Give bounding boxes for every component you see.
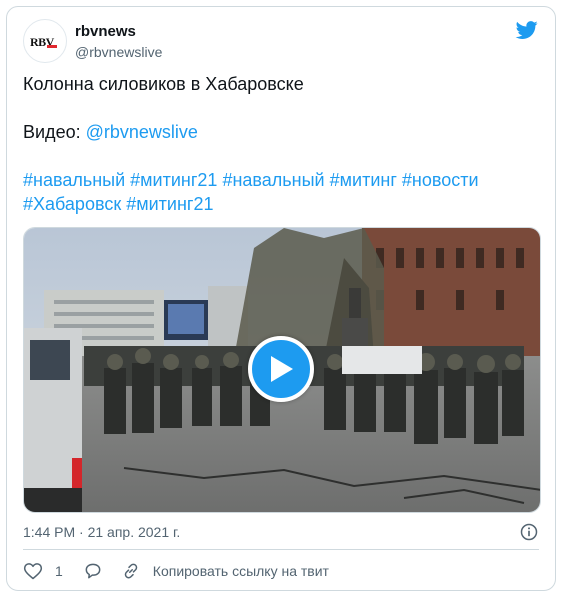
divider bbox=[23, 549, 539, 550]
hashtag-link[interactable]: #навальный bbox=[222, 170, 324, 190]
info-icon[interactable] bbox=[519, 522, 539, 542]
play-button[interactable] bbox=[248, 336, 314, 402]
avatar-red-bar bbox=[47, 45, 57, 48]
avatar-logo: RBV bbox=[30, 33, 60, 49]
video-credit-line: Видео: @rbvnewslive bbox=[23, 120, 539, 144]
tweet-embed-card: RBV rbvnews @rbvnewslive Колонна силовик… bbox=[6, 6, 556, 591]
tweet-timestamp[interactable]: 1:44 PM · 21 апр. 2021 г. bbox=[23, 524, 180, 540]
avatar[interactable]: RBV bbox=[23, 19, 67, 63]
tweet-header: RBV rbvnews @rbvnewslive bbox=[23, 19, 539, 67]
like-button[interactable]: 1 bbox=[23, 561, 63, 581]
twitter-bird-icon[interactable] bbox=[515, 19, 539, 41]
tweet-actions: 1 Копировать ссылку на твит bbox=[23, 560, 539, 582]
tweet-text-line: Колонна силовиков в Хабаровске bbox=[23, 74, 304, 94]
like-count: 1 bbox=[55, 563, 63, 579]
hashtag-link[interactable]: #новости bbox=[402, 170, 479, 190]
hashtags-line: #навальный #митинг21 #навальный #митинг … bbox=[23, 168, 539, 216]
link-icon bbox=[124, 563, 138, 579]
author-display-name[interactable]: rbvnews bbox=[75, 23, 162, 41]
copy-link-button[interactable]: Копировать ссылку на твит bbox=[121, 561, 329, 581]
video-author-link[interactable]: @rbvnewslive bbox=[86, 122, 198, 142]
author-handle[interactable]: @rbvnewslive bbox=[75, 43, 162, 61]
video-label: Видео: bbox=[23, 122, 86, 142]
video-player[interactable] bbox=[23, 227, 541, 513]
copy-link-label: Копировать ссылку на твит bbox=[152, 563, 329, 579]
hashtag-link[interactable]: #митинг bbox=[330, 170, 397, 190]
hashtag-link[interactable]: #митинг21 bbox=[126, 194, 213, 214]
tweet-meta: 1:44 PM · 21 апр. 2021 г. bbox=[23, 522, 539, 542]
author-names: rbvnews @rbvnewslive bbox=[75, 23, 162, 61]
hashtag-link[interactable]: #навальный bbox=[23, 170, 125, 190]
reply-bubble-icon bbox=[85, 563, 101, 579]
reply-button[interactable] bbox=[83, 561, 103, 581]
heart-icon bbox=[23, 563, 43, 580]
hashtag-link[interactable]: #митинг21 bbox=[130, 170, 217, 190]
play-icon bbox=[271, 356, 293, 382]
hashtag-link[interactable]: #Хабаровск bbox=[23, 194, 121, 214]
tweet-text: Колонна силовиков в Хабаровске Видео: @r… bbox=[23, 72, 539, 216]
